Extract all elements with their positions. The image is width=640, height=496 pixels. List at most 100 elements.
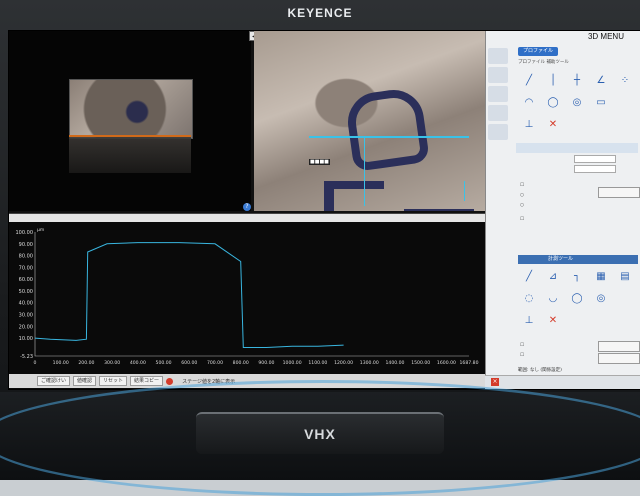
measure-option-1[interactable]: ☐ [520, 343, 524, 348]
overview-thumbnail[interactable] [69, 79, 193, 139]
option-checkbox-4[interactable]: ☐ [520, 217, 524, 222]
chart-axes [34, 232, 469, 357]
side-icon-5[interactable] [488, 124, 508, 140]
x-tick-label: 1000.00 [283, 360, 302, 366]
stage-icon[interactable] [166, 377, 174, 385]
x-tick-label: 0 [34, 360, 37, 366]
vline-tool-icon[interactable]: │ [544, 75, 562, 93]
x-tick-label: 1400.00 [385, 360, 404, 366]
arc-tool-icon[interactable]: ◠ [520, 97, 538, 115]
measure-tool-10-icon[interactable]: ⊥ [520, 315, 538, 333]
model-logo: VHX [304, 426, 336, 442]
side-icon-1[interactable] [488, 48, 508, 64]
line-tool-icon[interactable]: ╱ [520, 75, 538, 93]
close-icon[interactable]: × [491, 378, 499, 386]
profile-graph[interactable]: 100.00 90.00 80.00 70.00 60.00 50.00 40.00 30.0… [9, 213, 485, 389]
y-tick-label: 40.00 [19, 301, 33, 307]
panel-bottom-bar: × [485, 375, 640, 389]
measure-option-2[interactable]: ☐ [520, 353, 524, 358]
y-tick-label: -5.23 [20, 354, 33, 360]
delete-tool-icon[interactable]: ✕ [544, 119, 562, 137]
x-tick-label: 1100.00 [308, 360, 327, 366]
subtab-profile[interactable]: プロファイル [518, 60, 545, 65]
y-tick-label: 30.00 [19, 312, 33, 318]
measure-tool-9-icon[interactable]: ◎ [592, 293, 610, 311]
profile-field-1[interactable] [574, 155, 616, 163]
right-panel: 3D MENU プロファイル プロファイル 補助ツール ╱ │ ┼ ∠ ⁘ ◠ … [485, 31, 640, 389]
camera-view[interactable]: ■■■■ [254, 31, 485, 211]
panel-note: 範囲: なし (関係設定) [518, 368, 562, 373]
x-tick-label: 1200.00 [334, 360, 353, 366]
x-tick-label: 300.00 [104, 360, 120, 366]
panel-title: 3D MENU [587, 32, 624, 41]
y-tick-label: 50.00 [19, 289, 33, 295]
profile-settings-section [516, 143, 638, 153]
measure-button-2[interactable] [598, 353, 640, 364]
profile-series-line [34, 242, 344, 348]
x-tick-label: 400.00 [130, 360, 146, 366]
profile-marker-b[interactable] [464, 181, 465, 201]
side-icon-3[interactable] [488, 86, 508, 102]
angle-tool-icon[interactable]: ∠ [592, 75, 610, 93]
measure-tool-3-icon[interactable]: ┐ [568, 271, 586, 289]
option-checkbox-3[interactable]: ○ [520, 203, 524, 208]
confirm-button[interactable]: ご確認けい [37, 376, 71, 386]
measure-tool-2-icon[interactable]: ⊿ [544, 271, 562, 289]
side-icon-bar [488, 45, 514, 245]
pin-tool-icon[interactable]: ⊥ [520, 119, 538, 137]
y-tick-label: 10.00 [19, 336, 33, 342]
y-tick-label: 20.00 [19, 324, 33, 330]
subtab-aux[interactable]: 補助ツール [546, 60, 569, 65]
overview-pane[interactable] [9, 31, 251, 211]
auto-setting-button[interactable] [598, 187, 640, 198]
subtabs: プロファイル 補助ツール [518, 59, 569, 65]
copy-result-button[interactable]: 結果コピー [130, 376, 164, 386]
area-tool-icon[interactable]: ▭ [592, 97, 610, 115]
screen: ? ◀ 🔍 ▣ ■■■■ 100.0090.0080.0070.0060.005… [8, 30, 640, 390]
profile-line[interactable] [309, 136, 469, 138]
tab-profile[interactable]: プロファイル [518, 47, 558, 56]
profile-marker-a[interactable] [364, 136, 365, 206]
circle-tool-icon[interactable]: ◯ [544, 97, 562, 115]
sample-feature [344, 86, 430, 172]
brand-logo: KEYENCE [287, 6, 353, 20]
measure-tool-4-icon[interactable]: ▦ [592, 271, 610, 289]
x-tick-label: 900.00 [258, 360, 274, 366]
point-tool-icon[interactable]: ◎ [568, 97, 586, 115]
x-tick-label: 500.00 [156, 360, 172, 366]
measure-tool-5-icon[interactable]: ▤ [616, 271, 634, 289]
measure-button-1[interactable] [598, 341, 640, 352]
value-check-button[interactable]: 値確認 [73, 376, 97, 386]
measure-tool-6-icon[interactable]: ◌ [520, 293, 538, 311]
x-tick-label: 1600.00 [437, 360, 456, 366]
y-tick-label: 80.00 [19, 254, 33, 260]
x-tick-label: 1300.00 [360, 360, 379, 366]
cross-tool-icon[interactable]: ┼ [568, 75, 586, 93]
y-tick-label: 90.00 [19, 242, 33, 248]
x-tick-label: 100.00 [53, 360, 69, 366]
side-icon-2[interactable] [488, 67, 508, 83]
measure-tools-header[interactable]: 計測ツール [518, 255, 638, 264]
option-checkbox-1[interactable]: ☐ [520, 183, 524, 188]
x-tick-label: 800.00 [233, 360, 249, 366]
graph-header [9, 214, 485, 222]
measure-delete-icon[interactable]: ✕ [544, 315, 562, 333]
reset-button[interactable]: リセット [99, 376, 128, 386]
x-tick-label: 600.00 [181, 360, 197, 366]
side-icon-4[interactable] [488, 105, 508, 121]
profile-chart[interactable]: 100.00 90.00 80.00 70.00 60.00 50.00 40.00 30.0… [9, 224, 485, 374]
multi-tool-icon[interactable]: ⁘ [616, 75, 634, 93]
sample-arm-top [324, 181, 384, 189]
help-icon[interactable]: ? [243, 203, 251, 211]
measure-tool-1-icon[interactable]: ╱ [520, 271, 538, 289]
y-tick-label: 60.00 [19, 277, 33, 283]
overview-shadow [69, 137, 191, 173]
profile-field-2[interactable] [574, 165, 616, 173]
profile-line-overview [69, 135, 191, 137]
measure-tool-7-icon[interactable]: ◡ [544, 293, 562, 311]
measure-tool-8-icon[interactable]: ◯ [568, 293, 586, 311]
x-tick-label: 1687.80 [460, 360, 479, 366]
measurement-label: ■■■■ [309, 159, 330, 165]
x-tick-label: 1500.00 [411, 360, 430, 366]
option-checkbox-2[interactable]: ○ [520, 193, 524, 198]
